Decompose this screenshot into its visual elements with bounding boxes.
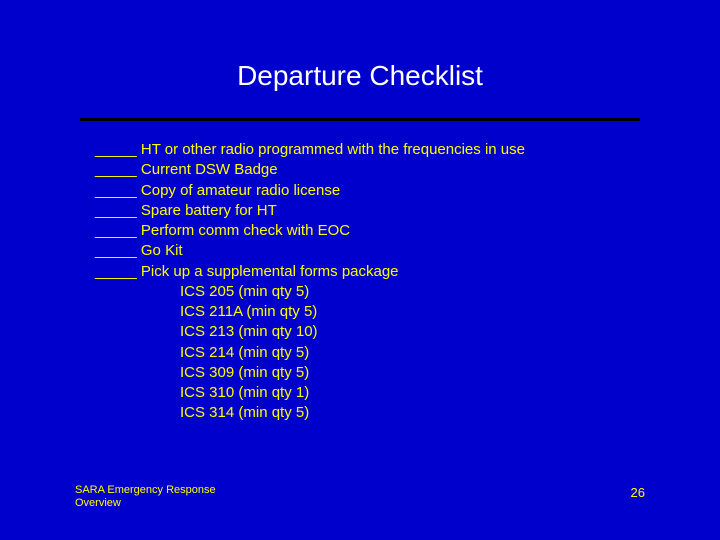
item-text: HT or other radio programmed with the fr… [141,141,525,158]
checklist-item: _____ Pick up a supplemental forms packa… [95,262,650,282]
checklist-subitem: ICS 211A (min qty 5) [95,302,650,322]
item-text: Spare battery for HT [141,202,277,219]
checklist-item: _____ Spare battery for HT [95,201,650,221]
blank-line: _____ [95,181,137,201]
blank-line: _____ [95,262,137,282]
checklist-subitem: ICS 309 (min qty 5) [95,363,650,383]
checklist-item: _____ Go Kit [95,241,650,261]
footer-left: SARA Emergency Response Overview [75,484,235,510]
checklist-subitem: ICS 314 (min qty 5) [95,403,650,423]
blank-line: _____ [95,201,137,221]
footer-line1: SARA Emergency Response [75,484,235,497]
item-text: Perform comm check with EOC [141,222,350,239]
blank-line: _____ [95,221,137,241]
checklist-subitem: ICS 205 (min qty 5) [95,282,650,302]
blank-line: _____ [95,241,137,261]
checklist-item: _____ Copy of amateur radio license [95,181,650,201]
item-text: Current DSW Badge [141,161,278,178]
checklist-subitem: ICS 214 (min qty 5) [95,343,650,363]
blank-line: _____ [95,140,137,160]
checklist-content: _____ HT or other radio programmed with … [95,140,650,424]
slide: Departure Checklist _____ HT or other ra… [0,0,720,540]
checklist-item: _____ Perform comm check with EOC [95,221,650,241]
item-text: Copy of amateur radio license [141,182,340,199]
checklist-subitem: ICS 213 (min qty 10) [95,322,650,342]
footer-line2: Overview [75,497,235,510]
checklist-item: _____ Current DSW Badge [95,160,650,180]
checklist-subitem: ICS 310 (min qty 1) [95,383,650,403]
title-underline [80,118,640,121]
item-text: Go Kit [141,242,183,259]
checklist-item: _____ HT or other radio programmed with … [95,140,650,160]
slide-title: Departure Checklist [0,60,720,92]
page-number: 26 [631,485,645,500]
item-text: Pick up a supplemental forms package [141,263,399,280]
blank-line: _____ [95,160,137,180]
